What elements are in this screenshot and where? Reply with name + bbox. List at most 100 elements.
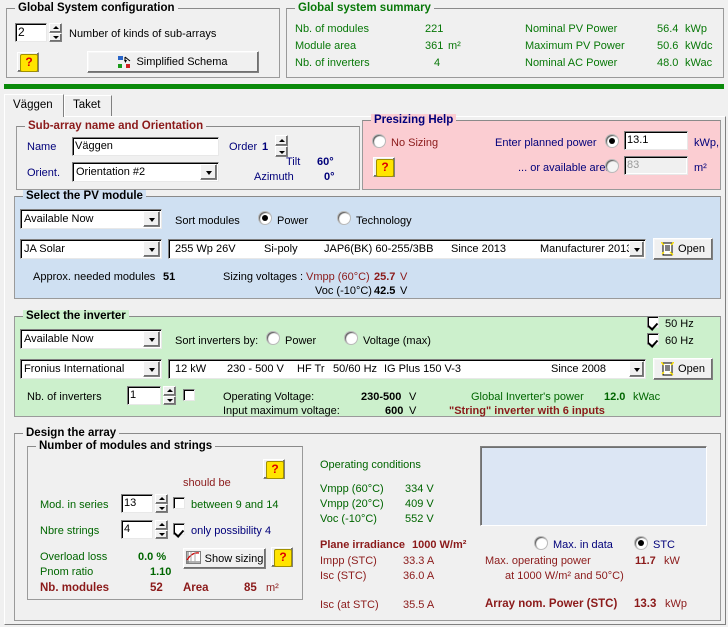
global-config-help-button[interactable]: ? <box>17 52 39 72</box>
sort-inverters-power-radio[interactable] <box>267 332 279 344</box>
no-sizing-radio[interactable] <box>373 135 385 147</box>
only-possibility-checkbox[interactable] <box>173 523 185 535</box>
nb-inverters-checkbox[interactable] <box>183 389 195 401</box>
sort-modules-technology-label: Technology <box>356 215 412 227</box>
vmpp-unit: V <box>400 271 408 283</box>
show-sizing-help-button[interactable]: ? <box>271 547 293 567</box>
help-question-icon: ? <box>376 159 394 177</box>
global-system-summary-group: Global system summary Nb. of modules 221… <box>286 2 724 78</box>
mod-in-series-stepper[interactable] <box>155 494 168 513</box>
nb-inverters-input[interactable]: 1 <box>127 386 161 405</box>
pv-open-button[interactable]: Open <box>653 238 713 260</box>
stepper-up-icon[interactable] <box>155 520 168 530</box>
chevron-down-icon[interactable] <box>143 211 160 227</box>
subarray-name-input[interactable]: Väggen <box>72 137 219 156</box>
nb-inverters-stepper[interactable] <box>163 386 176 405</box>
subarray-kinds-label: Number of kinds of sub-arrays <box>69 28 217 40</box>
stepper-up-icon[interactable] <box>49 23 62 33</box>
sort-modules-power-radio[interactable] <box>259 212 271 224</box>
chevron-down-icon[interactable] <box>143 331 160 347</box>
freq-50hz-checkbox[interactable] <box>647 316 659 328</box>
mod-in-series-checkbox[interactable] <box>173 497 185 509</box>
area-unit: m² <box>266 582 279 594</box>
inverter-open-button[interactable]: Open <box>653 358 713 380</box>
subarray-order-stepper[interactable] <box>275 135 288 157</box>
pv-availability-combo[interactable]: Available Now <box>20 209 162 229</box>
subarray-orientation-title: Sub-array name and Orientation <box>25 120 207 132</box>
pv-manufacturer-value: JA Solar <box>24 243 65 255</box>
tilt-value: 60° <box>317 156 334 168</box>
mod-in-series-input[interactable]: 13 <box>121 494 153 513</box>
isc-at-stc-label: Isc (at STC) <box>320 599 379 611</box>
help-question-icon: ? <box>266 461 284 479</box>
available-area-label: ... or available area <box>518 162 612 174</box>
subarray-kinds-stepper[interactable] <box>49 23 62 42</box>
sizing-chart-icon <box>185 550 201 567</box>
stepper-up-icon[interactable] <box>275 135 288 146</box>
stepper-up-icon[interactable] <box>163 386 176 396</box>
inverter-availability-combo[interactable]: Available Now <box>20 329 162 349</box>
operating-conditions-title: Operating conditions <box>320 459 421 471</box>
sort-modules-technology-radio[interactable] <box>338 212 350 224</box>
op-vmpp60-label: Vmpp (60°C) <box>320 483 384 495</box>
pv-model-combo[interactable]: 255 Wp 26V Si-poly JAP6(BK) 60-255/3BB S… <box>168 239 646 259</box>
stepper-down-icon[interactable] <box>163 395 176 405</box>
schema-icon <box>118 55 132 69</box>
summary-left-value-2: 4 <box>434 57 441 69</box>
chevron-down-icon[interactable] <box>143 361 160 377</box>
stepper-down-icon[interactable] <box>49 32 62 42</box>
summary-right-label-0: Nominal PV Power <box>525 23 618 35</box>
stepper-down-icon[interactable] <box>155 529 168 539</box>
planned-power-radio[interactable] <box>606 135 618 147</box>
available-area-radio[interactable] <box>606 160 618 172</box>
chevron-down-icon[interactable] <box>629 361 644 377</box>
approx-needed-modules-value: 51 <box>163 271 176 283</box>
between-range-label: between 9 and 14 <box>191 499 279 511</box>
pv-manufacturer-combo[interactable]: JA Solar <box>20 239 162 259</box>
sort-inverters-voltage-label: Voltage (max) <box>363 335 431 347</box>
operating-voltage-label: Operating Voltage: <box>223 391 315 403</box>
stc-radio[interactable] <box>635 537 647 549</box>
array-preview-pane <box>480 446 707 526</box>
tab-taket[interactable]: Taket <box>64 95 112 116</box>
subarray-orientation-group: Sub-array name and Orientation Name Vägg… <box>16 120 360 190</box>
subarray-kinds-input[interactable]: 2 <box>15 23 47 42</box>
nb-modules-label: Nb. modules <box>40 582 110 594</box>
nbre-strings-input[interactable]: 4 <box>121 520 153 539</box>
pv-model-power: 255 Wp 26V <box>175 243 236 255</box>
tilt-label: Tilt <box>286 156 301 168</box>
stepper-down-icon[interactable] <box>155 503 168 513</box>
simplified-schema-button[interactable]: Simplified Schema <box>87 51 259 73</box>
max-in-data-radio[interactable] <box>535 537 547 549</box>
subarray-orientation-value: Orientation #2 <box>76 166 146 178</box>
op-vmpp20-label: Vmpp (20°C) <box>320 498 384 510</box>
chevron-down-icon[interactable] <box>629 241 644 257</box>
select-inverter-group: Select the inverter Available Now Sort i… <box>14 310 721 417</box>
stepper-up-icon[interactable] <box>155 494 168 504</box>
inverter-model-voltage: 230 - 500 V <box>227 363 284 375</box>
nbre-strings-stepper[interactable] <box>155 520 168 539</box>
planned-power-input[interactable]: 13.1 <box>624 131 688 150</box>
presizing-help-button[interactable]: ? <box>373 157 395 177</box>
global-inverter-power-label: Global Inverter's power <box>471 391 584 403</box>
nb-inverters-label: Nb. of inverters <box>27 391 102 403</box>
sort-modules-label: Sort modules <box>175 215 240 227</box>
chevron-down-icon[interactable] <box>143 241 160 257</box>
sort-inverters-voltage-radio[interactable] <box>345 332 357 344</box>
modules-strings-help-button[interactable]: ? <box>263 459 285 479</box>
tab-vaggen[interactable]: Väggen <box>4 94 64 117</box>
freq-60hz-checkbox[interactable] <box>647 333 659 345</box>
available-area-input[interactable]: 83 <box>624 156 688 175</box>
vmpp-label: Vmpp (60°C) <box>306 271 370 283</box>
overload-loss-value: 0.0 % <box>138 551 167 563</box>
chevron-down-icon[interactable] <box>200 164 217 180</box>
stc-label: STC <box>653 539 675 551</box>
inverter-model-combo[interactable]: 12 kW 230 - 500 V HF Tr 50/60 Hz IG Plus… <box>168 359 646 379</box>
presizing-help-group: Presizing Help No Sizing ? Enter planned… <box>362 114 721 190</box>
summary-right-unit-1: kWdc <box>685 40 713 52</box>
help-question-icon: ? <box>274 549 292 567</box>
pnom-ratio-value: 1.10 <box>150 566 172 578</box>
show-sizing-button[interactable]: Show sizing <box>183 548 266 569</box>
inverter-manufacturer-combo[interactable]: Fronius International <box>20 359 162 379</box>
subarray-orientation-combo[interactable]: Orientation #2 <box>72 162 219 182</box>
